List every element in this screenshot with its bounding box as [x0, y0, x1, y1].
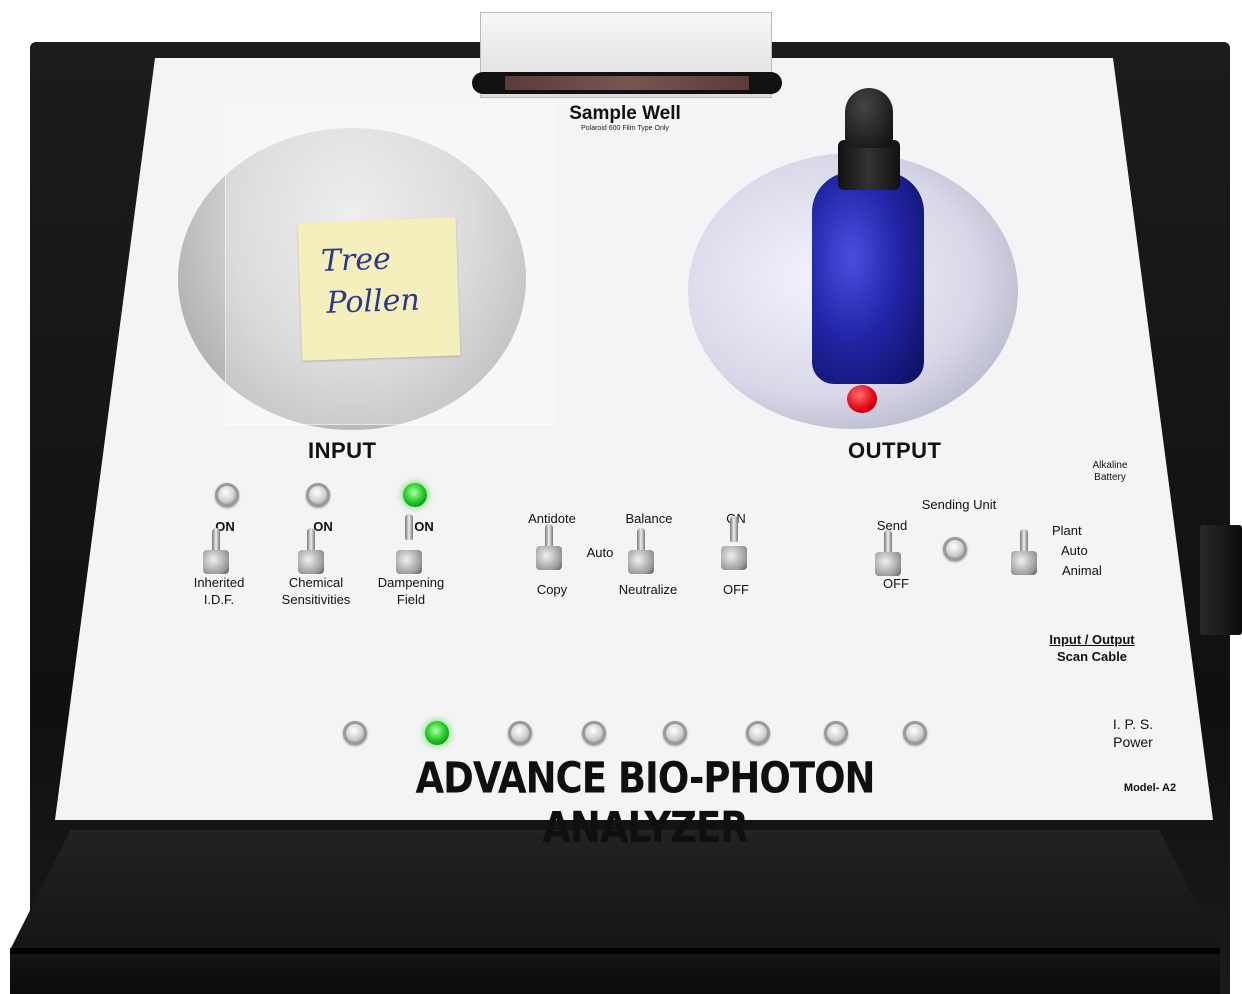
dampening-field-toggle[interactable]: [396, 514, 422, 574]
dampening-field-label-line2: Field: [396, 592, 426, 607]
device-brand-title: ADVANCE BIO-PHOTON ANALYZER: [415, 753, 875, 853]
dropper-bulb: [845, 88, 893, 148]
sending-unit-indicator-led: [943, 537, 967, 561]
output-label: OUTPUT: [848, 438, 942, 463]
sticky-note-line1: Tree: [320, 241, 392, 279]
chemical-sensitivities-label-line1: Chemical: [288, 575, 344, 590]
balance-neutralize-toggle[interactable]: [628, 528, 654, 574]
plant-animal-toggle[interactable]: [1011, 529, 1037, 575]
bottom-indicator-led-8: [903, 721, 927, 745]
ips-power-label-line2: Power: [1113, 734, 1153, 750]
chemical-sensitivities-label-line2: Sensitivities: [281, 592, 351, 607]
bottom-indicator-led-7: [824, 721, 848, 745]
housing-lower-edge: [10, 954, 1220, 994]
sticky-note: Tree Pollen: [297, 217, 461, 361]
bottom-indicator-led-1: [343, 721, 367, 745]
dampening-field-label-line1: Dampening: [377, 575, 445, 590]
battery-label-line2: Battery: [1094, 472, 1126, 483]
send-toggle[interactable]: [875, 530, 901, 576]
sample-well-title: Sample Well: [569, 103, 681, 124]
bottom-indicator-led-4: [582, 721, 606, 745]
balance-label: Balance: [625, 511, 673, 526]
bottom-indicator-led-2: [425, 721, 449, 745]
dampening-field-indicator-led: [403, 483, 427, 507]
plant-label: Plant: [1052, 523, 1082, 538]
output-red-led: [847, 385, 877, 413]
animal-label: Animal: [1062, 563, 1102, 578]
sticky-note-line2: Pollen: [325, 282, 421, 321]
bottom-indicator-led-6: [746, 721, 770, 745]
battery-label-line1: Alkaline: [1092, 460, 1128, 471]
blue-dropper-bottle: [812, 172, 924, 384]
on-off-toggle[interactable]: [721, 516, 747, 570]
inherited-idf-label-line2: I.D.F.: [203, 592, 235, 607]
chemical-sensitivities-indicator-led: [306, 483, 330, 507]
scan-cable-label-line1: Input / Output: [1049, 632, 1135, 647]
power-off-label: OFF: [723, 582, 749, 597]
input-label: INPUT: [308, 438, 377, 463]
chemical-sensitivities-toggle[interactable]: [298, 528, 324, 574]
sample-well-subtitle: Polaroid 600 Film Type Only: [581, 125, 669, 132]
inherited-idf-label-line1: Inherited: [193, 575, 245, 590]
inherited-idf-indicator-led: [215, 483, 239, 507]
antidote-copy-toggle[interactable]: [536, 524, 562, 570]
auto-label: Auto: [586, 545, 614, 560]
auto-mode-label: Auto: [1061, 543, 1088, 558]
bottom-indicator-led-5: [663, 721, 687, 745]
polaroid-film-strip: [505, 76, 749, 90]
inherited-idf-toggle[interactable]: [203, 528, 229, 574]
copy-label: Copy: [536, 582, 568, 597]
sending-unit-title: Sending Unit: [921, 497, 997, 512]
neutralize-label: Neutralize: [618, 582, 678, 597]
sending-off-label: OFF: [883, 576, 909, 591]
ips-power-label-line1: I. P. S.: [1112, 716, 1154, 732]
bottom-indicator-led-3: [508, 721, 532, 745]
model-label: Model- A2: [1123, 782, 1177, 794]
side-connector-port[interactable]: [1200, 525, 1242, 635]
scan-cable-label-line2: Scan Cable: [1056, 649, 1128, 664]
